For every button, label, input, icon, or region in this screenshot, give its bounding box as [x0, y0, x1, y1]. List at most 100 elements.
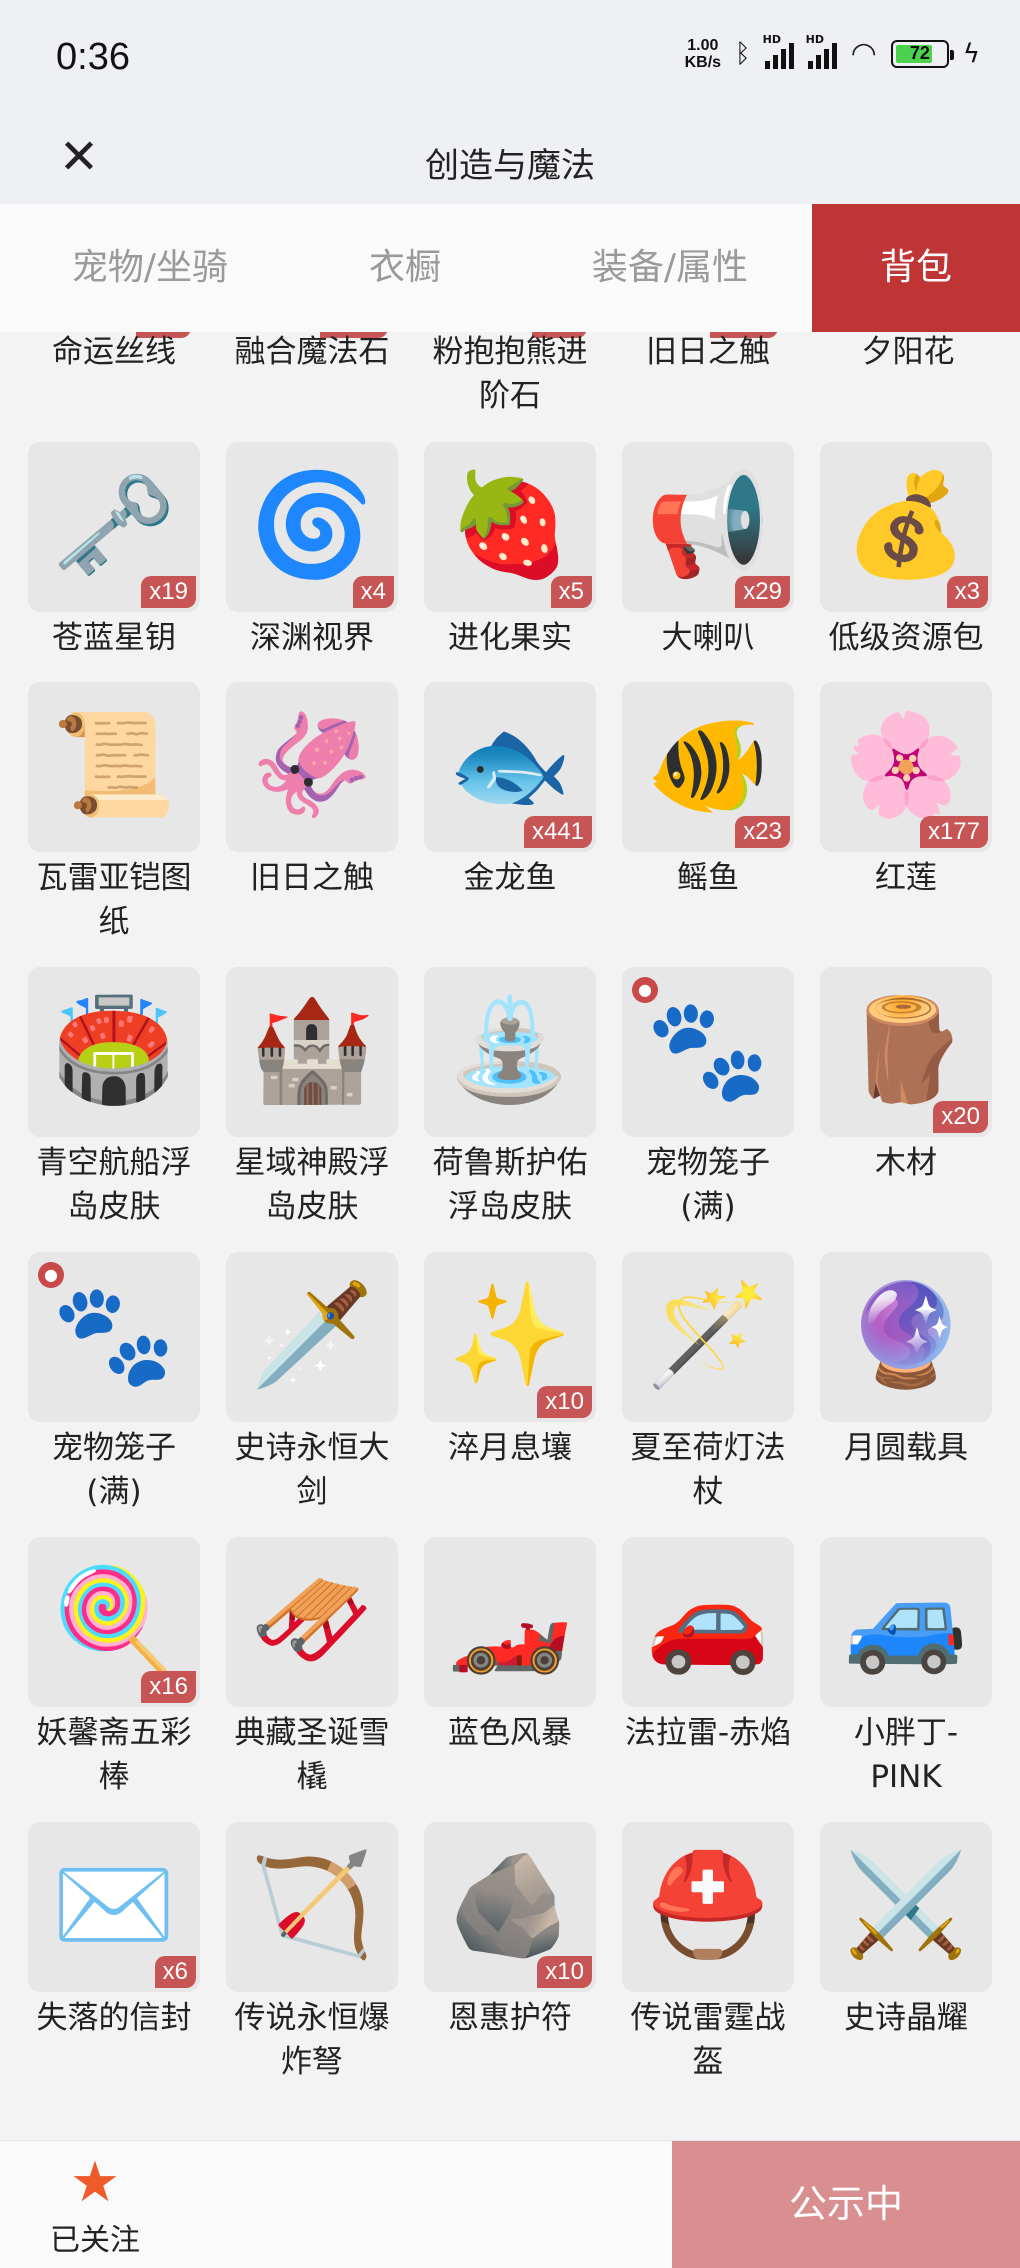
item-label[interactable]: 旧日之触 [622, 332, 794, 374]
item-tile[interactable]: ⛲ [424, 967, 596, 1137]
item-tile[interactable]: ✉️ x6 [28, 1822, 200, 1992]
item-tile[interactable]: 🗝️ x19 [28, 442, 200, 612]
backpack-item[interactable]: 🏎️ 蓝色风暴 [424, 1537, 596, 1755]
item-label: 宠物笼子(满) [52, 1430, 176, 1510]
item-tile[interactable]: 🍭 x16 [28, 1537, 200, 1707]
backpack-item[interactable]: 🏹 传说永恒爆炸弩 [226, 1822, 398, 2084]
backpack-item[interactable]: 🔮 月圆载具 [820, 1252, 992, 1470]
tab-backpack[interactable]: 背包 [812, 204, 1020, 332]
backpack-item[interactable]: 🐟 x441 金龙鱼 [424, 682, 596, 900]
item-tile[interactable]: 🐟 x441 [424, 682, 596, 852]
item-tile[interactable]: 🛷 [226, 1537, 398, 1707]
backpack-item[interactable]: 🌸 x177 红莲 [820, 682, 992, 900]
item-tile[interactable]: 🏹 [226, 1822, 398, 1992]
item-label[interactable]: 夕阳花 [822, 332, 994, 374]
backpack-item[interactable]: 🐠 x23 鳐鱼 [622, 682, 794, 900]
item-tile[interactable]: 🚗 [622, 1537, 794, 1707]
item-tile[interactable]: ⛑️ [622, 1822, 794, 1992]
item-icon: 🍭 [51, 1561, 177, 1678]
backpack-item[interactable]: 🛷 典藏圣诞雪橇 [226, 1537, 398, 1799]
backpack-item[interactable]: 🌀 x4 深渊视界 [226, 442, 398, 660]
item-label: 传说雷霆战盔 [630, 2000, 786, 2080]
item-count-badge: x10 [537, 1956, 592, 1988]
backpack-item[interactable]: 🍭 x16 妖馨斋五彩棒 [28, 1537, 200, 1799]
backpack-item[interactable]: 🚗 法拉雷-赤焰 [622, 1537, 794, 1755]
item-icon: 🪵 [843, 991, 969, 1108]
item-label: 法拉雷-赤焰 [624, 1715, 792, 1751]
item-tile[interactable]: 💰 x3 [820, 442, 992, 612]
item-label: 典藏圣诞雪橇 [234, 1715, 390, 1795]
item-tile[interactable]: 🏎️ [424, 1537, 596, 1707]
backpack-item[interactable]: 📢 x29 大喇叭 [622, 442, 794, 660]
item-icon: 🏹 [249, 1846, 375, 1963]
tab-wardrobe[interactable]: 衣橱 [280, 204, 530, 332]
backpack-item[interactable]: 🚙 小胖丁-PINK [820, 1537, 992, 1799]
backpack-item[interactable]: 📜 瓦雷亚铠图纸 [28, 682, 200, 944]
tab-pets-mounts[interactable]: 宠物/坐骑 [20, 204, 280, 332]
item-tile[interactable]: 🌀 x4 [226, 442, 398, 612]
backpack-item[interactable]: ⛑️ 传说雷霆战盔 [622, 1822, 794, 2084]
item-count-badge: x177 [919, 816, 988, 848]
item-tile[interactable]: 🏰 [226, 967, 398, 1137]
backpack-item[interactable]: 🐾 ● 宠物笼子(满) [28, 1252, 200, 1514]
item-tile[interactable]: ✨ x10 [424, 1252, 596, 1422]
item-tile[interactable]: 🏟️ [28, 967, 200, 1137]
item-tile[interactable]: 🪵 x20 [820, 967, 992, 1137]
item-icon: 🪨 [447, 1846, 573, 1963]
backpack-item[interactable]: ✉️ x6 失落的信封 [28, 1822, 200, 2040]
tab-equipment[interactable]: 装备/属性 [530, 204, 810, 332]
backpack-item[interactable]: 💰 x3 低级资源包 [820, 442, 992, 660]
backpack-item[interactable]: 🍓 x5 进化果实 [424, 442, 596, 660]
item-icon: ✉️ [51, 1846, 177, 1963]
item-tile[interactable]: 🪄 [622, 1252, 794, 1422]
bottom-bar: ★ 已关注 公示中 [0, 2140, 1020, 2268]
charging-icon: ϟ [962, 38, 980, 69]
item-icon: 🛷 [249, 1561, 375, 1678]
follow-button[interactable]: ★ 已关注 [40, 2151, 150, 2259]
item-tile[interactable]: ⚔️ [820, 1822, 992, 1992]
backpack-item[interactable]: 🗝️ x19 苍蓝星钥 [28, 442, 200, 660]
status-icons: 1.00 KB/s ᛒ HD HD ◠ 72 ϟ [684, 33, 980, 72]
item-label[interactable]: 融合魔法石 [226, 332, 398, 374]
network-speed: 1.00 KB/s [684, 36, 722, 71]
backpack-item[interactable]: ⚔️ 史诗晶耀 [820, 1822, 992, 2040]
item-tile[interactable]: 🌸 x177 [820, 682, 992, 852]
backpack-item[interactable]: 🦑 旧日之触 [226, 682, 398, 900]
backpack-item[interactable]: ⛲ 荷鲁斯护佑浮岛皮肤 [424, 967, 596, 1229]
backpack-item[interactable]: 🪵 x20 木材 [820, 967, 992, 1185]
status-bar: 0:36 1.00 KB/s ᛒ HD HD ◠ 72 ϟ [0, 0, 1020, 120]
battery-icon: 72 [890, 39, 954, 68]
item-tile[interactable]: 📜 [28, 682, 200, 852]
item-label: 蓝色风暴 [448, 1715, 572, 1751]
item-label: 木材 [875, 1145, 937, 1181]
backpack-item[interactable]: ✨ x10 淬月息壤 [424, 1252, 596, 1470]
item-tile[interactable]: 🐾 ● [622, 967, 794, 1137]
item-tile[interactable]: 🐠 x23 [622, 682, 794, 852]
item-icon: 🐟 [447, 706, 573, 823]
item-label: 荷鲁斯护佑浮岛皮肤 [432, 1145, 588, 1225]
item-icon: 📢 [645, 466, 771, 583]
backpack-item[interactable]: 🏰 星域神殿浮岛皮肤 [226, 967, 398, 1229]
wifi-icon: ◠ [850, 36, 877, 71]
item-tile[interactable]: 🚙 [820, 1537, 992, 1707]
item-tile[interactable]: 🗡️ [226, 1252, 398, 1422]
item-tile[interactable]: 🔮 [820, 1252, 992, 1422]
item-count-badge: x16 [141, 1671, 196, 1703]
item-tile[interactable]: 🐾 ● [28, 1252, 200, 1422]
backpack-item[interactable]: 🐾 ● 宠物笼子(满) [622, 967, 794, 1229]
backpack-item[interactable]: 🏟️ 青空航船浮岛皮肤 [28, 967, 200, 1229]
item-tile[interactable]: 🍓 x5 [424, 442, 596, 612]
publicity-button[interactable]: 公示中 [672, 2141, 1020, 2268]
backpack-item[interactable]: 🪨 x10 恩惠护符 [424, 1822, 596, 2040]
item-icon: 💰 [843, 466, 969, 583]
item-label[interactable]: 粉抱抱熊进阶石 [424, 332, 596, 418]
backpack-item[interactable]: 🪄 夏至荷灯法杖 [622, 1252, 794, 1514]
item-label[interactable]: 命运丝线 [28, 332, 200, 374]
signal-icon-2: HD [806, 33, 837, 69]
item-tile[interactable]: 📢 x29 [622, 442, 794, 612]
item-tile[interactable]: 🪨 x10 [424, 1822, 596, 1992]
item-icon: ✨ [447, 1276, 573, 1393]
item-label: 小胖丁-PINK [853, 1715, 959, 1795]
item-tile[interactable]: 🦑 [226, 682, 398, 852]
backpack-item[interactable]: 🗡️ 史诗永恒大剑 [226, 1252, 398, 1514]
